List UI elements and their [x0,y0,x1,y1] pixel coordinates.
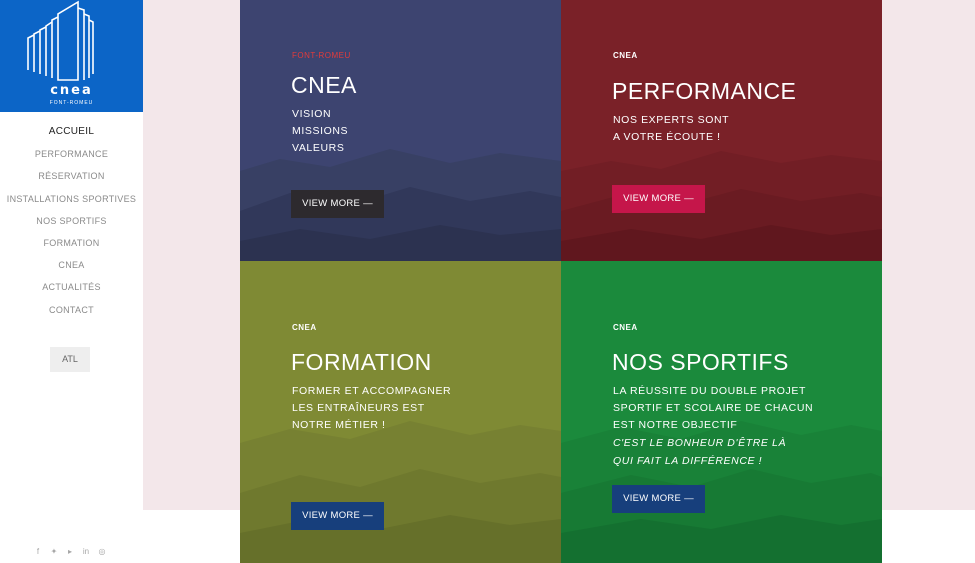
tile-kicker: CNEA [613,51,638,60]
view-more-button[interactable]: VIEW MORE — [612,485,705,513]
nav-item-installations-sportives[interactable]: INSTALLATIONS SPORTIVES [0,188,143,210]
view-more-button[interactable]: VIEW MORE — [291,190,384,218]
facebook-icon[interactable]: f [34,547,42,556]
logo-subtitle: FONT-ROMEU [49,100,94,106]
social-links: f ✦ ▸ in ◎ [34,547,106,556]
tile-line: LES ENTRAÎNEURS EST [292,402,425,414]
tile-nos-sportifs: CNEA NOS SPORTIFS LA RÉUSSITE DU DOUBLE … [561,261,882,563]
nav-item-nos-sportifs[interactable]: NOS SPORTIFS [0,210,143,232]
twitter-icon[interactable]: ✦ [50,547,58,556]
logo-wordmark: cnea [50,83,93,98]
view-more-button[interactable]: VIEW MORE — [291,502,384,530]
nav-item-cnea[interactable]: CNEA [0,254,143,276]
sidebar: cnea FONT-ROMEU ACCUEIL PERFORMANCE RÉSE… [0,0,143,563]
tile-title: CNEA [291,72,357,98]
tile-title: NOS SPORTIFS [612,349,789,375]
view-more-button[interactable]: VIEW MORE — [612,185,705,213]
tile-line: LA RÉUSSITE DU DOUBLE PROJET [613,385,807,397]
tile-performance: CNEA PERFORMANCE NOS EXPERTS SONT A VOTR… [561,0,882,261]
tile-line: FORMER ET ACCOMPAGNER [292,385,452,397]
tile-italic-line: QUI FAIT LA DIFFÉRENCE ! [613,455,763,467]
language-button[interactable]: ATL [50,347,90,372]
nav-item-reservation[interactable]: RÉSERVATION [0,165,143,187]
tile-line: VISION [292,108,332,120]
background-band-left [143,0,240,510]
mountain-backdrop [240,149,561,261]
instagram-icon[interactable]: ◎ [98,547,106,556]
tile-line: NOS EXPERTS SONT [613,114,730,126]
tile-title: FORMATION [291,349,432,375]
nav-item-actualites[interactable]: ACTUALITÉS [0,276,143,298]
tile-kicker: FONT-ROMEU [292,51,351,60]
tile-kicker: CNEA [613,323,638,332]
tile-formation: CNEA FORMATION FORMER ET ACCOMPAGNER LES… [240,261,561,563]
tile-cnea: FONT-ROMEU CNEA VISION MISSIONS VALEURS … [240,0,561,261]
tile-line: EST NOTRE OBJECTIF [613,419,738,431]
tile-line: A VOTRE ÉCOUTE ! [613,131,721,143]
nav-item-accueil[interactable]: ACCUEIL [0,121,143,143]
nav-item-formation[interactable]: FORMATION [0,232,143,254]
tile-kicker: CNEA [292,323,317,332]
youtube-icon[interactable]: ▸ [66,547,74,556]
linkedin-icon[interactable]: in [82,547,90,556]
nav-item-contact[interactable]: CONTACT [0,299,143,321]
tile-line: NOTRE MÉTIER ! [292,419,386,431]
tile-line: SPORTIF ET SCOLAIRE DE CHACUN [613,402,814,414]
tile-italic-line: C'EST LE BONHEUR D'ÊTRE LÀ [613,437,787,449]
nav-item-performance[interactable]: PERFORMANCE [0,143,143,165]
main-nav: ACCUEIL PERFORMANCE RÉSERVATION INSTALLA… [0,121,143,321]
tile-line: VALEURS [292,142,345,154]
logo-building-icon [27,0,94,81]
logo[interactable]: cnea FONT-ROMEU [0,0,143,112]
tile-line: MISSIONS [292,125,349,137]
tile-title: PERFORMANCE [612,78,797,104]
background-band-right [882,0,975,510]
